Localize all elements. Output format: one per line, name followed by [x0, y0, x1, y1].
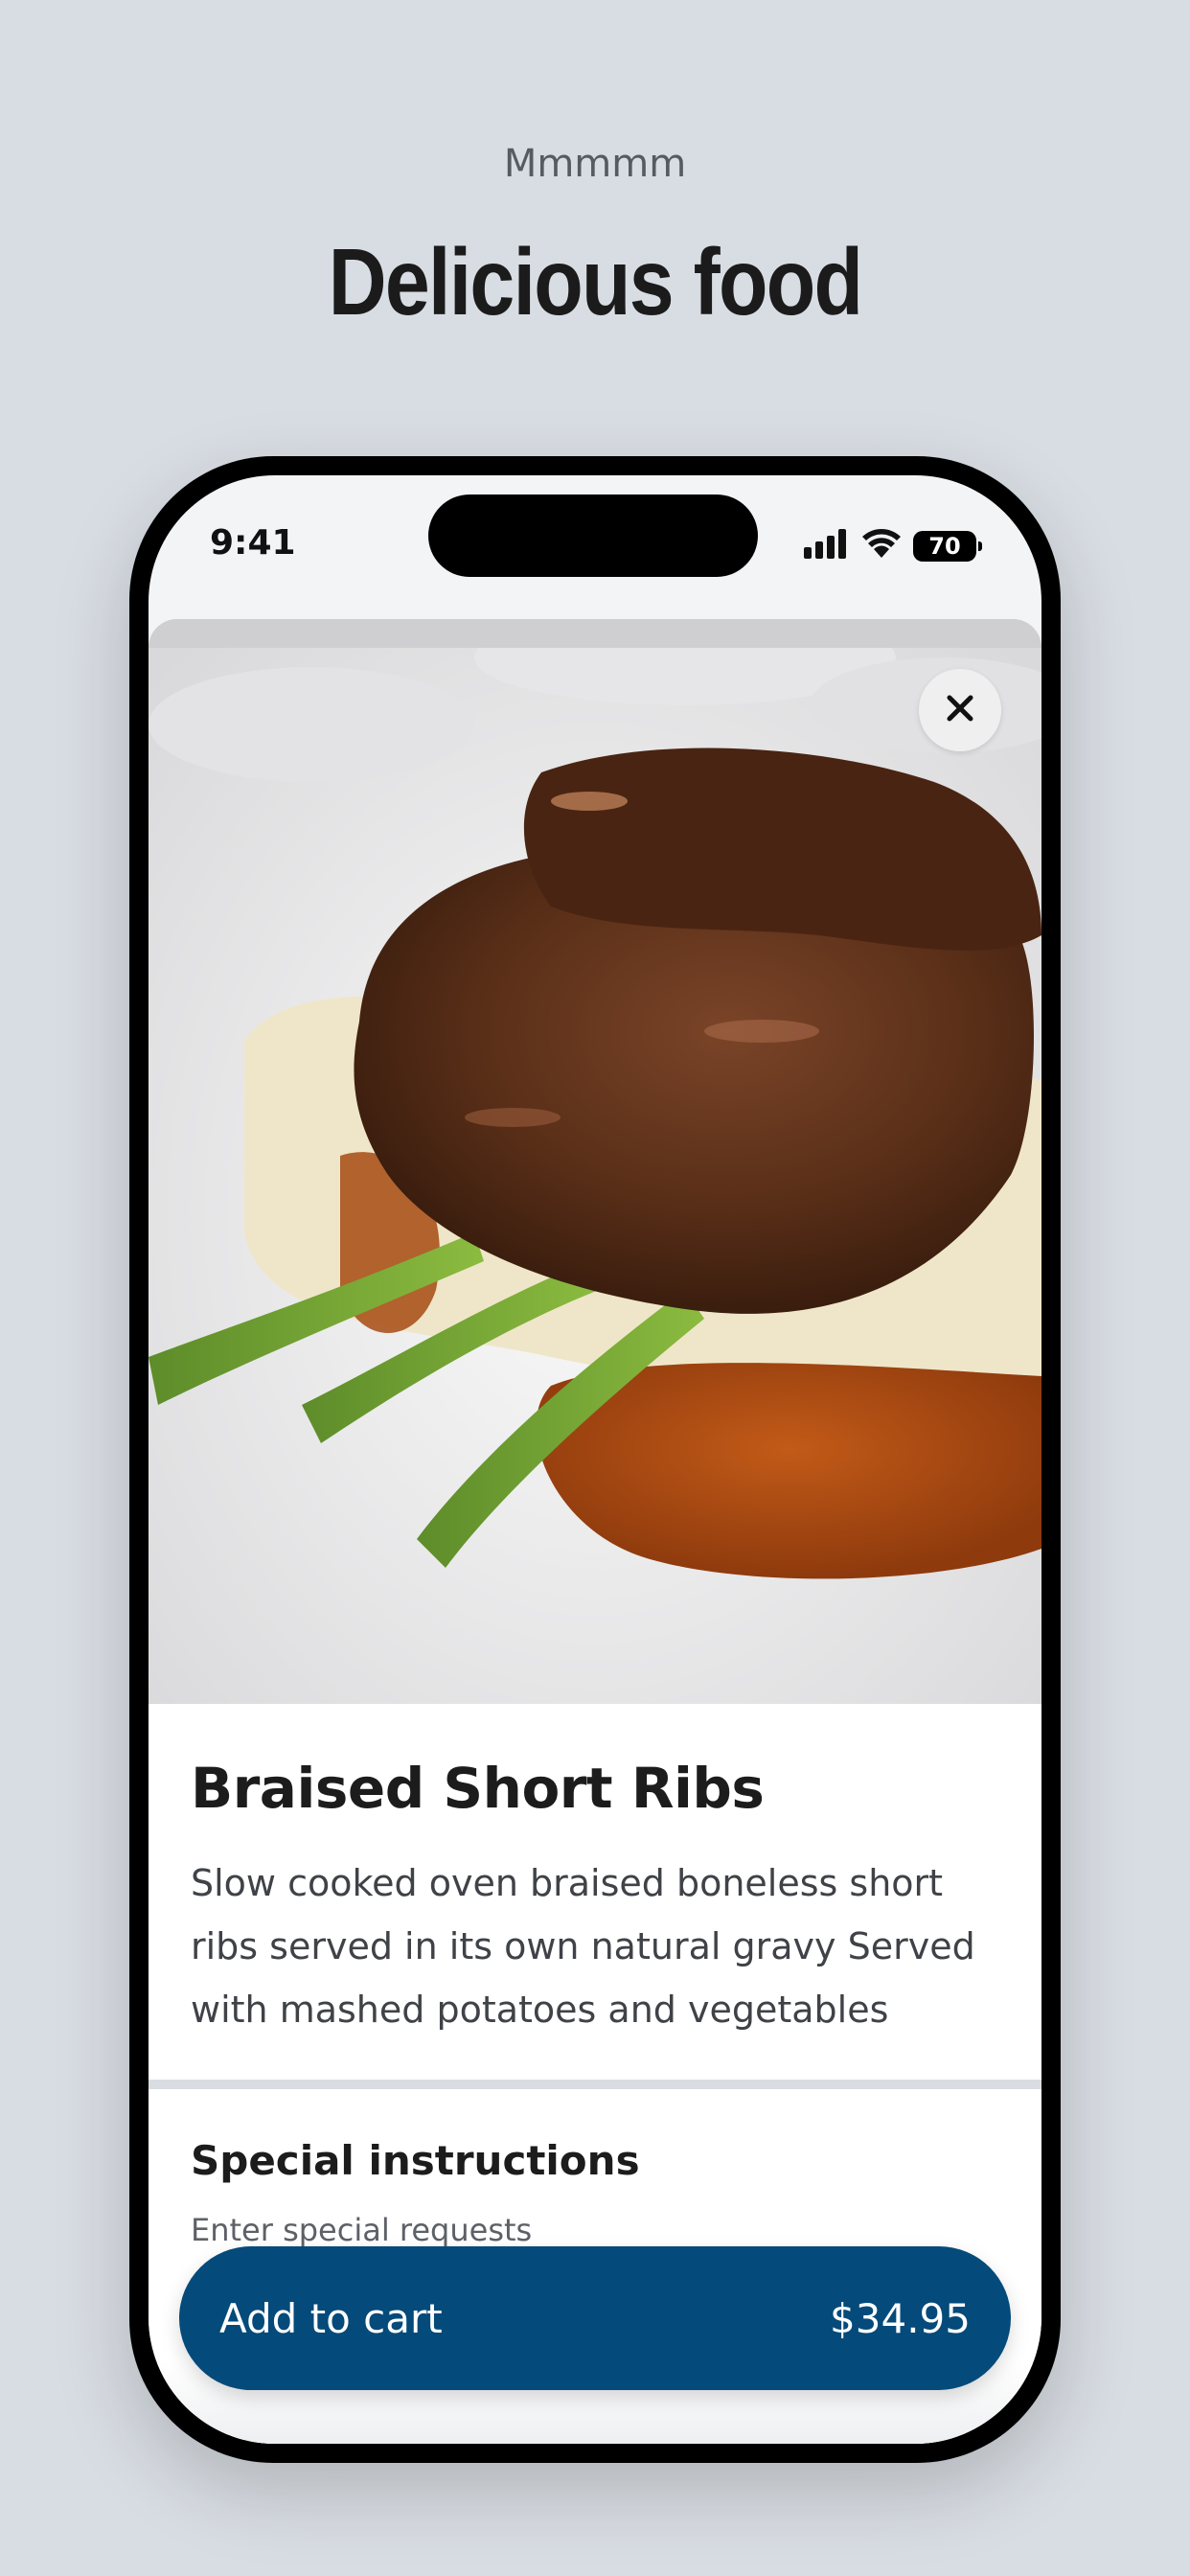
status-icons: 70	[802, 527, 982, 564]
special-instructions-input[interactable]	[191, 2212, 995, 2248]
food-image	[149, 619, 1041, 1704]
cellular-signal-icon	[802, 528, 850, 564]
item-title: Braised Short Ribs	[191, 1756, 765, 1821]
battery-icon: 70	[913, 530, 982, 562]
add-to-cart-button[interactable]: Add to cart $34.95	[179, 2246, 1011, 2390]
item-description: Slow cooked oven braised boneless short …	[191, 1862, 975, 2031]
phone-screen: 9:41 70 Braised Short Ribs Slow cooked o…	[149, 475, 1041, 2444]
item-sheet: Braised Short Ribs Slow cooked oven brai…	[149, 619, 1041, 2444]
dynamic-island	[428, 494, 758, 577]
wifi-icon	[859, 527, 904, 564]
phone-frame: 9:41 70 Braised Short Ribs Slow cooked o…	[129, 456, 1061, 2463]
status-time: 9:41	[210, 523, 296, 563]
close-button[interactable]	[919, 669, 1001, 751]
promo-eyebrow: Mmmmm	[503, 142, 687, 186]
item-details: Braised Short Ribs Slow cooked oven brai…	[149, 1704, 1041, 2087]
close-icon	[945, 693, 975, 728]
promo-headline: Delicious food	[328, 229, 863, 334]
cart-price: $34.95	[830, 2294, 971, 2342]
food-photo	[149, 619, 1041, 1704]
section-divider	[149, 2080, 1041, 2089]
add-to-cart-label: Add to cart	[219, 2294, 443, 2342]
special-instructions-title: Special instructions	[191, 2137, 640, 2184]
